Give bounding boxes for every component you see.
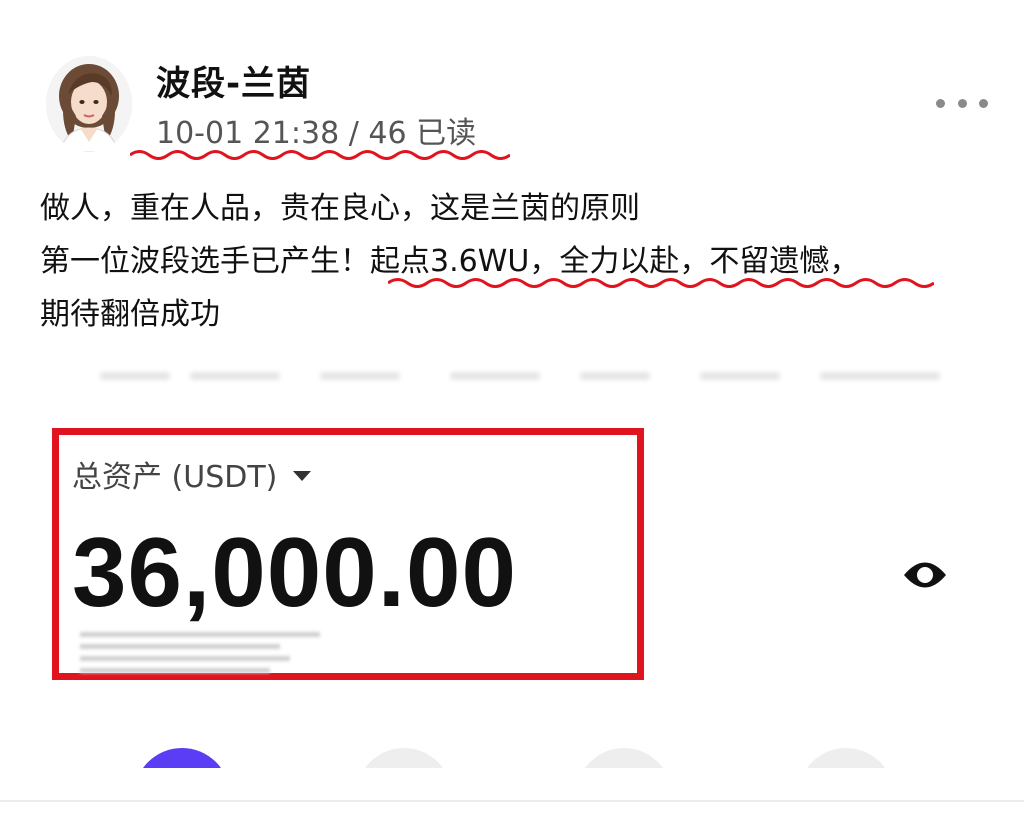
blur-bar [190,372,280,380]
action-button[interactable] [356,748,452,768]
blur-bar [820,372,940,380]
more-dot [957,98,967,108]
blurred-header-strip [40,368,980,388]
blur-line [80,632,320,637]
total-assets-selector[interactable]: 总资产 (USDT) [72,452,312,496]
caret-down-icon [293,471,312,481]
blur-bar [100,372,170,380]
post-line: 做人，重在人品，贵在良心，这是兰茵的原则 [40,191,640,226]
post-line: 期待翻倍成功 [40,297,220,332]
avatar-image [46,56,132,152]
blur-bar [450,372,540,380]
more-dots-icon [936,98,945,108]
divider [0,800,1024,802]
blur-line [80,656,290,661]
blur-bar [580,372,650,380]
more-options-button[interactable] [936,92,988,114]
action-button-primary[interactable] [134,748,230,768]
wavy-underline-meta [130,150,510,160]
post-timestamp: 10-01 21:38 [156,116,340,151]
author-name[interactable]: 波段-兰茵 [156,56,311,105]
eye-icon[interactable] [900,554,950,596]
action-button[interactable] [576,748,672,768]
blur-line [80,668,270,673]
total-assets-label: 总资产 (USDT) [72,460,278,495]
blurred-subtext [80,628,330,678]
meta-separator: / [348,116,359,151]
read-count: 46 已读 [368,116,477,151]
total-assets-value: 36,000.00 [72,517,517,627]
blur-bar [700,372,780,380]
post-card: 波段-兰茵 10-01 21:38 / 46 已读 做人，重在人品，贵在良心，这… [0,0,1024,814]
post-body: 做人，重在人品，贵在良心，这是兰茵的原则 第一位波段选手已产生！起点3.6WU，… [40,182,1000,341]
more-dot [979,98,988,108]
blur-bar [320,372,400,380]
action-button[interactable] [798,748,894,768]
blur-line [80,644,280,649]
wavy-underline-text [388,278,934,288]
action-buttons-row [0,744,1024,768]
post-meta: 10-01 21:38 / 46 已读 [156,108,476,152]
avatar[interactable] [46,56,132,152]
